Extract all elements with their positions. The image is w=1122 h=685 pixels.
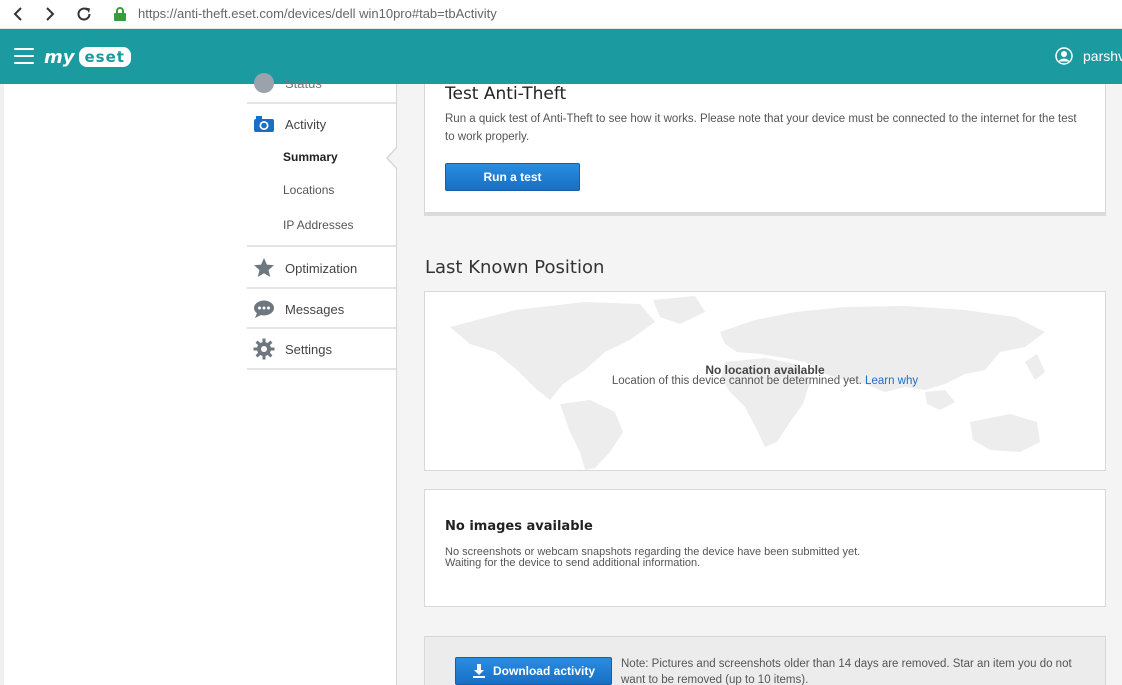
waiting-message: Waiting for the device to send additiona… [445,557,701,569]
browser-toolbar: https://anti-theft.eset.com/devices/dell… [0,0,1122,29]
reload-icon [77,7,91,21]
download-card: Download activity Note: Pictures and scr… [424,636,1106,685]
no-images-title: No images available [445,519,593,534]
sidebar-item-label: Settings [285,341,332,357]
sidebar-divider [247,102,396,104]
reload-button[interactable] [72,3,96,25]
status-icon [252,73,276,93]
sidebar-item-label: Messages [285,301,345,317]
address-bar[interactable]: https://anti-theft.eset.com/devices/dell… [138,6,497,21]
sidebar-item-settings[interactable]: Settings [247,337,396,361]
sidebar-item-messages[interactable]: Messages [247,297,396,321]
back-button[interactable] [6,3,30,25]
map-card: No location available Location of this d… [424,291,1106,471]
chat-icon [252,298,276,320]
chevron-right-icon [46,7,55,21]
download-activity-button[interactable]: Download activity [455,657,612,685]
user-icon [1055,47,1073,65]
sidebar-divider [247,287,396,289]
sidebar-item-activity[interactable]: Activity [247,113,396,135]
test-anti-theft-card: Test Anti-Theft Run a quick test of Anti… [424,84,1106,213]
sidebar-subitem-summary[interactable]: Summary [283,150,338,164]
card-title: Test Anti-Theft [445,84,567,104]
sidebar-item-label: Activity [285,116,327,132]
myeset-logo[interactable]: my eset [44,43,131,71]
sidebar-item-optimization[interactable]: Optimization [247,256,396,280]
sidebar-divider [247,368,396,370]
sidebar-divider [247,245,396,247]
sidebar-item-status[interactable]: Status [247,73,396,93]
section-title: Last Known Position [425,257,605,278]
run-test-button[interactable]: Run a test [445,163,580,191]
retention-note: Note: Pictures and screenshots older tha… [621,658,1072,685]
sidebar-border [396,84,397,685]
images-card: No images available No screenshots or we… [424,489,1106,607]
sidebar-subitem-ip-addresses[interactable]: IP Addresses [283,218,354,232]
sidebar-subitem-locations[interactable]: Locations [283,183,334,197]
star-icon [252,257,276,279]
card-description: Run a quick test of Anti-Theft to see ho… [445,113,1077,143]
hamburger-icon [14,48,34,50]
camera-icon [252,113,276,135]
no-location-message: Location of this device cannot be determ… [611,375,919,387]
download-icon [472,664,485,678]
app-header: my eset parshv [0,29,1122,84]
forward-button[interactable] [38,3,62,25]
menu-button[interactable] [14,48,34,64]
sidebar-divider [247,327,396,329]
lock-icon [114,7,126,21]
learn-why-link[interactable]: Learn why [865,375,918,387]
page-left-edge [0,84,4,685]
sidebar-item-label: Optimization [285,260,358,276]
username: parshv [1083,48,1122,64]
user-menu[interactable]: parshv [1055,47,1122,65]
chevron-left-icon [13,7,22,21]
gear-icon [252,338,276,360]
